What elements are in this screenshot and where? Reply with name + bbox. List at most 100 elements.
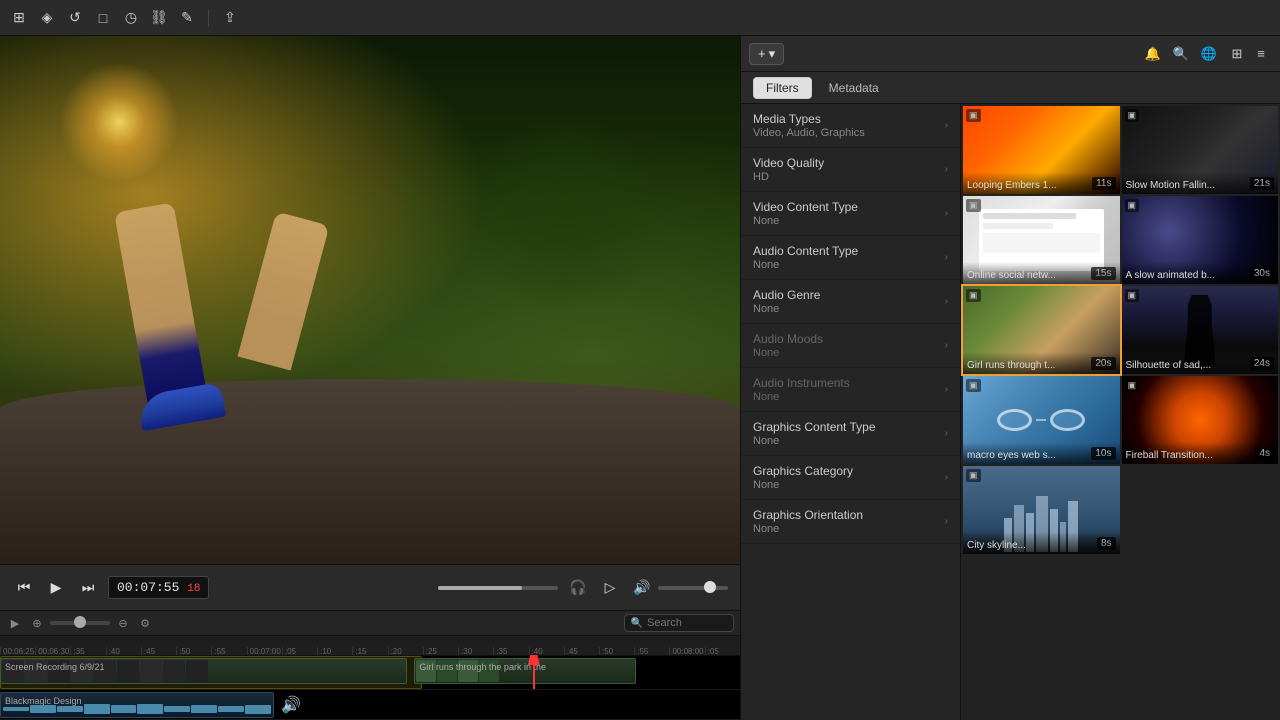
progress-bar[interactable]: [438, 586, 558, 590]
panel-toolbar: + ▾ 🔔 🔍 🌐 ⊞ ≡: [741, 36, 1280, 72]
filter-video-quality[interactable]: Video Quality HD ›: [741, 148, 960, 192]
volume-slider[interactable]: [658, 586, 728, 590]
filter-tabs: Filters Metadata: [741, 72, 1280, 104]
media-item-fireball[interactable]: ▣ 4s Fireball Transition...: [1122, 376, 1279, 464]
timeline-tracks-area: 00:06:25 00:06:30 :35 :40 :45 :50 :55 00…: [0, 636, 740, 720]
filter-audio-moods[interactable]: Audio Moods None ›: [741, 324, 960, 368]
ruler-mark: :10: [317, 647, 352, 655]
media-item-silhouette[interactable]: ▣ 24s Silhouette of sad,...: [1122, 286, 1279, 374]
chevron-icon: ›: [945, 384, 948, 395]
frame-9: [186, 660, 208, 682]
media-badge-fireball: ▣: [1125, 379, 1140, 392]
media-item-space[interactable]: ▣ 30s A slow animated b...: [1122, 196, 1279, 284]
monitor-icon[interactable]: □: [92, 7, 114, 29]
media-item-slowmo[interactable]: ▣ 21s Slow Motion Fallin...: [1122, 106, 1279, 194]
list-view-icon[interactable]: ≡: [1250, 43, 1272, 65]
tl-zoom-out-icon[interactable]: ⊖: [114, 614, 132, 632]
filter-value-audio-instruments: None: [753, 391, 945, 403]
ruler-mark: :40: [529, 647, 564, 655]
add-button[interactable]: + ▾: [749, 43, 784, 65]
grid-icon[interactable]: ⊞: [8, 7, 30, 29]
tab-metadata[interactable]: Metadata: [816, 77, 892, 99]
panel-search-icon[interactable]: 🔍: [1170, 43, 1192, 65]
media-item-glasses[interactable]: ▣ 10s macro eyes web s...: [963, 376, 1120, 464]
panel-globe-icon[interactable]: 🌐: [1198, 43, 1220, 65]
video-clip-2[interactable]: Girl runs through the park in the: [414, 658, 636, 684]
timeline-ruler: 00:06:25 00:06:30 :35 :40 :45 :50 :55 00…: [0, 636, 740, 656]
filter-video-content-type[interactable]: Video Content Type None ›: [741, 192, 960, 236]
media-title-silhouette: Silhouette of sad,...: [1122, 352, 1279, 374]
speaker-icon[interactable]: 🔊: [630, 576, 654, 600]
media-badge-runner: ▣: [966, 289, 981, 302]
link-icon[interactable]: ⛓: [148, 7, 170, 29]
filter-graphics-orientation[interactable]: Graphics Orientation None ›: [741, 500, 960, 544]
audio-clip[interactable]: Blackmagic Design: [0, 692, 274, 718]
tree-silhouette: [466, 115, 666, 315]
filter-value-media-types: Video, Audio, Graphics: [753, 127, 945, 139]
playback-bar: ⏮ ▶ ⏭ 00:07:55 18 🎧 ▷ 🔊: [0, 564, 740, 610]
filter-audio-instruments[interactable]: Audio Instruments None ›: [741, 368, 960, 412]
road-surface: [0, 379, 740, 564]
grid-view-icon[interactable]: ⊞: [1226, 43, 1248, 65]
ruler-mark: :35: [493, 647, 528, 655]
progress-fill: [438, 586, 522, 590]
chevron-icon: ›: [945, 296, 948, 307]
video-clip-1[interactable]: Screen Recording 6/9/21: [0, 658, 407, 684]
search-icon: 🔍: [631, 618, 643, 629]
ruler-mark: :50: [599, 647, 634, 655]
tab-filters[interactable]: Filters: [753, 77, 812, 99]
filter-graphics-content-type[interactable]: Graphics Content Type None ›: [741, 412, 960, 456]
playback-speed-icon[interactable]: ▷: [598, 576, 622, 600]
media-item-runner[interactable]: ▣ 20s Girl runs through t...: [963, 286, 1120, 374]
search-input[interactable]: [647, 617, 727, 629]
chevron-icon: ›: [945, 472, 948, 483]
media-title-social: Online social netw...: [963, 262, 1120, 284]
tl-zoom-in-icon[interactable]: ⊕: [28, 614, 46, 632]
filter-audio-content-type[interactable]: Audio Content Type None ›: [741, 236, 960, 280]
filter-text: Audio Moods None: [753, 332, 945, 359]
wave-8: [191, 705, 217, 713]
filter-text: Media Types Video, Audio, Graphics: [753, 112, 945, 139]
filter-audio-genre[interactable]: Audio Genre None ›: [741, 280, 960, 324]
filter-name-video-content-type: Video Content Type: [753, 200, 945, 214]
share-icon[interactable]: ⇪: [219, 7, 241, 29]
filter-text: Audio Content Type None: [753, 244, 945, 271]
media-badge-social: ▣: [966, 199, 981, 212]
filter-name-graphics-content-type: Graphics Content Type: [753, 420, 945, 434]
ruler-mark: :55: [634, 647, 669, 655]
filter-graphics-category[interactable]: Graphics Category None ›: [741, 456, 960, 500]
media-title-glasses: macro eyes web s...: [963, 442, 1120, 464]
ruler-mark: :35: [70, 647, 105, 655]
rewind-button[interactable]: ⏮: [12, 576, 36, 600]
filter-text: Video Quality HD: [753, 156, 945, 183]
wave-6: [137, 704, 163, 714]
clip-label-1: Screen Recording 6/9/21: [5, 662, 105, 672]
panel-bell-icon[interactable]: 🔔: [1142, 43, 1164, 65]
eye-icon[interactable]: ◈: [36, 7, 58, 29]
tl-play-icon[interactable]: ▶: [6, 614, 24, 632]
ruler-marks: 00:06:25 00:06:30 :35 :40 :45 :50 :55 00…: [0, 647, 740, 655]
chevron-icon: ›: [945, 208, 948, 219]
filter-text: Audio Instruments None: [753, 376, 945, 403]
ruler-mark: :05: [282, 647, 317, 655]
headphones-icon[interactable]: 🎧: [566, 576, 590, 600]
filter-name-audio-genre: Audio Genre: [753, 288, 945, 302]
tl-settings-icon[interactable]: ⚙: [136, 614, 154, 632]
filter-media-types[interactable]: Media Types Video, Audio, Graphics ›: [741, 104, 960, 148]
fast-forward-button[interactable]: ⏭: [76, 576, 100, 600]
filter-text: Graphics Category None: [753, 464, 945, 491]
timeline-search[interactable]: 🔍: [624, 614, 734, 632]
media-item-embers[interactable]: ▣ 11s Looping Embers 1...: [963, 106, 1120, 194]
play-button[interactable]: ▶: [44, 576, 68, 600]
clock-icon[interactable]: ◷: [120, 7, 142, 29]
timeline-toolbar: ▶ ⊕ ⊖ ⚙ 🔍: [0, 610, 740, 636]
filter-value-audio-content-type: None: [753, 259, 945, 271]
zoom-slider[interactable]: [50, 621, 110, 625]
refresh-icon[interactable]: ↺: [64, 7, 86, 29]
wave-1: [3, 707, 29, 712]
pencil-icon[interactable]: ✎: [176, 7, 198, 29]
media-item-city[interactable]: ▣ 8s City skyline...: [963, 466, 1120, 554]
clip-label-2: Girl runs through the park in the: [419, 662, 546, 672]
media-item-social[interactable]: ▣ 15s Online social netw...: [963, 196, 1120, 284]
media-badge-slowmo: ▣: [1125, 109, 1140, 122]
